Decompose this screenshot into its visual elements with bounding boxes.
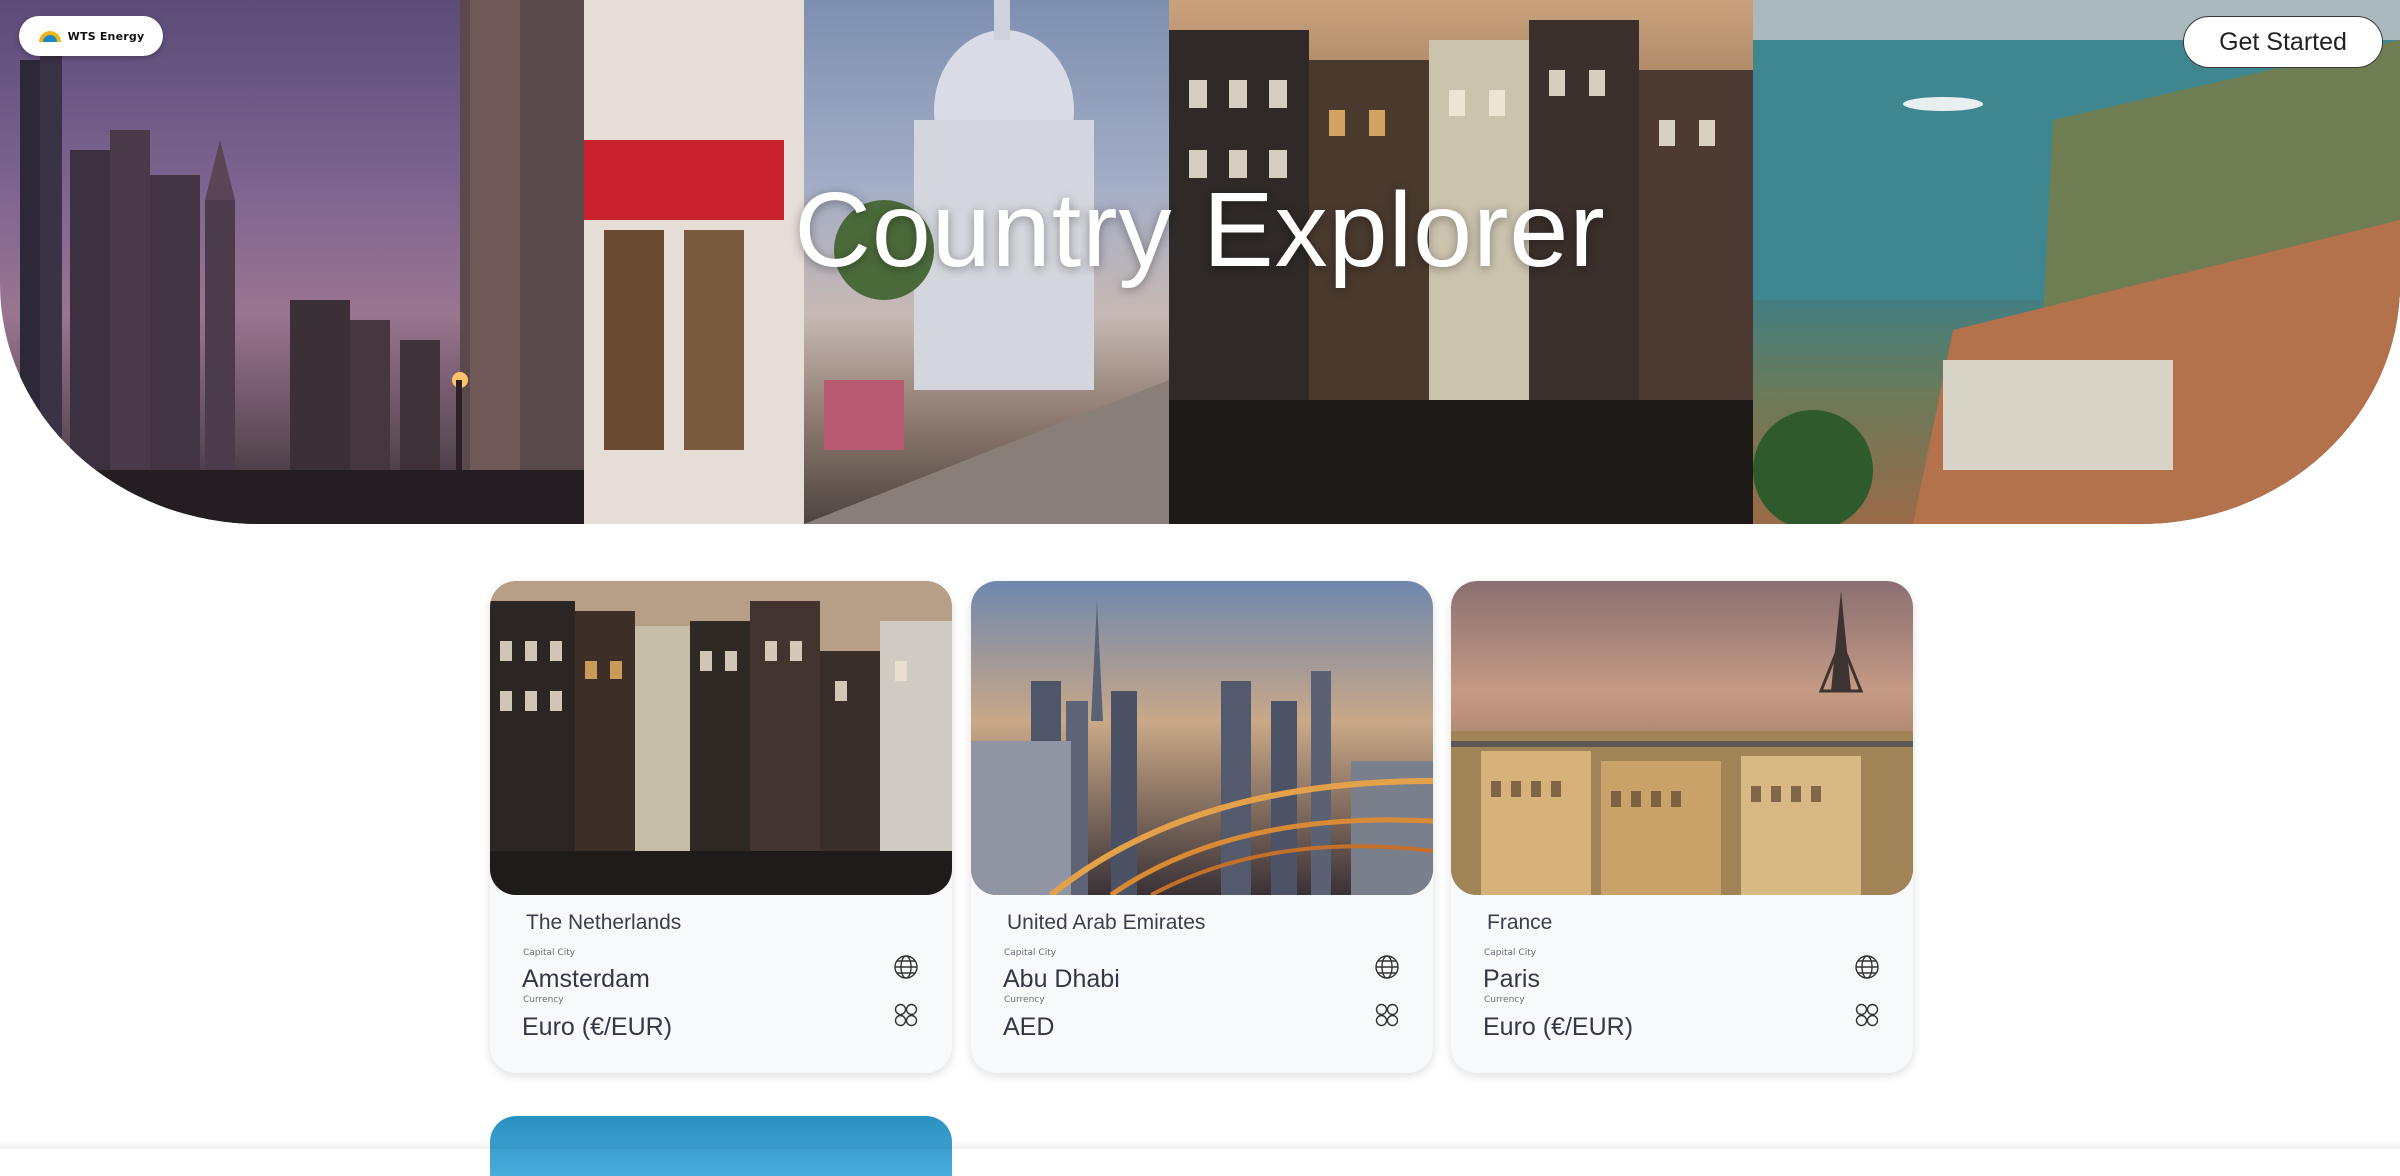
- currency-value: AED: [1003, 1013, 1055, 1041]
- logo-mark-icon: [38, 30, 61, 42]
- currency-coins-icon: [1855, 1003, 1879, 1027]
- hero-banner: Country Explorer: [0, 0, 2400, 524]
- page-bottom-shadow: [0, 1140, 2400, 1149]
- country-card-france[interactable]: France Capital City Paris Currency Euro …: [1451, 581, 1913, 1073]
- capital-value: Amsterdam: [522, 965, 650, 993]
- capital-label: Capital City: [1484, 948, 1537, 958]
- country-name: The Netherlands: [526, 911, 682, 934]
- currency-value: Euro (€/EUR): [522, 1013, 673, 1041]
- currency-coins-icon: [894, 1003, 918, 1027]
- currency-label: Currency: [1004, 995, 1045, 1005]
- currency-coins-icon: [1375, 1003, 1399, 1027]
- country-card-image: [1451, 581, 1913, 895]
- country-name: United Arab Emirates: [1007, 911, 1206, 934]
- country-card-uae[interactable]: United Arab Emirates Capital City Abu Dh…: [971, 581, 1433, 1073]
- currency-value: Euro (€/EUR): [1483, 1013, 1634, 1041]
- globe-icon: [1375, 955, 1399, 979]
- country-name: France: [1487, 911, 1553, 934]
- capital-value: Paris: [1483, 965, 1540, 993]
- capital-value: Abu Dhabi: [1003, 965, 1120, 993]
- get-started-button[interactable]: Get Started: [2183, 16, 2383, 68]
- country-card-netherlands[interactable]: The Netherlands Capital City Amsterdam C…: [490, 581, 952, 1073]
- logo-text: WTS Energy: [67, 29, 145, 43]
- capital-label: Capital City: [523, 948, 576, 958]
- globe-icon: [894, 955, 918, 979]
- brand-logo[interactable]: WTS Energy: [19, 16, 163, 56]
- page-title: Country Explorer: [794, 171, 1606, 289]
- country-card-image: [490, 581, 952, 895]
- capital-label: Capital City: [1004, 948, 1057, 958]
- currency-label: Currency: [523, 995, 564, 1005]
- country-card-image: [971, 581, 1433, 895]
- currency-label: Currency: [1484, 995, 1525, 1005]
- globe-icon: [1855, 955, 1879, 979]
